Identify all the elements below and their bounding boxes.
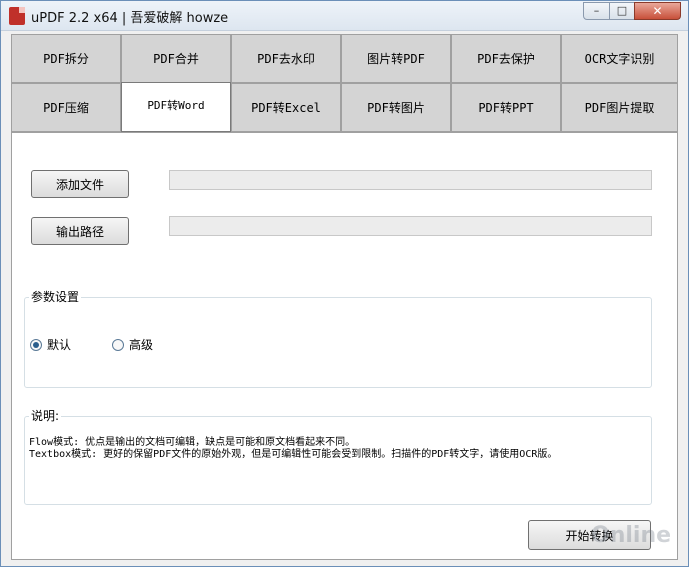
tab-pdf-to-image[interactable]: PDF转图片 [341, 83, 451, 132]
close-button[interactable]: ✕ [634, 2, 681, 20]
radio-unchecked-icon [112, 338, 124, 351]
output-path-button[interactable]: 输出路径 [31, 217, 129, 245]
watermark-text: Online [591, 523, 672, 548]
description-line-textbox: Textbox模式: 更好的保留PDF文件的原始外观，但是可编辑性可能会受到限制… [29, 449, 558, 460]
description-label: 说明: [29, 407, 62, 424]
tab-pdf-unprotect[interactable]: PDF去保护 [451, 34, 561, 83]
description-group [24, 416, 652, 505]
tab-pdf-to-ppt[interactable]: PDF转PPT [451, 83, 561, 132]
tab-pdf-to-word[interactable]: PDF转Word [121, 82, 231, 132]
title-bar[interactable]: uPDF 2.2 x64 | 吾爱破解 howze – □ ✕ [1, 1, 688, 31]
app-window: uPDF 2.2 x64 | 吾爱破解 howze – □ ✕ PDF拆分 PD… [0, 0, 689, 567]
minimize-button[interactable]: – [583, 2, 610, 20]
tab-pdf-to-excel[interactable]: PDF转Excel [231, 83, 341, 132]
tab-pdf-image-extract[interactable]: PDF图片提取 [561, 83, 678, 132]
tab-pdf-compress[interactable]: PDF压缩 [11, 83, 121, 132]
radio-default-label: 默认 [47, 338, 72, 352]
radio-checked-icon [30, 338, 42, 351]
radio-advanced[interactable]: 高级 [112, 336, 153, 353]
maximize-icon: □ [616, 4, 628, 17]
maximize-button[interactable]: □ [609, 2, 635, 20]
tab-ocr[interactable]: OCR文字识别 [561, 34, 678, 83]
window-title: uPDF 2.2 x64 | 吾爱破解 howze [31, 11, 229, 26]
tab-image-to-pdf[interactable]: 图片转PDF [341, 34, 451, 83]
close-icon: ✕ [652, 4, 663, 18]
output-path-field[interactable] [169, 216, 652, 236]
tab-pdf-split[interactable]: PDF拆分 [11, 34, 121, 83]
add-file-button[interactable]: 添加文件 [31, 170, 129, 198]
settings-group-label: 参数设置 [29, 288, 82, 305]
tab-pdf-merge[interactable]: PDF合并 [121, 34, 231, 83]
minimize-icon: – [593, 4, 600, 17]
file-path-field[interactable] [169, 170, 652, 190]
tab-pdf-remove-watermark[interactable]: PDF去水印 [231, 34, 341, 83]
radio-default[interactable]: 默认 [30, 336, 71, 353]
pdf-app-icon [9, 7, 25, 25]
radio-advanced-label: 高级 [129, 338, 154, 352]
